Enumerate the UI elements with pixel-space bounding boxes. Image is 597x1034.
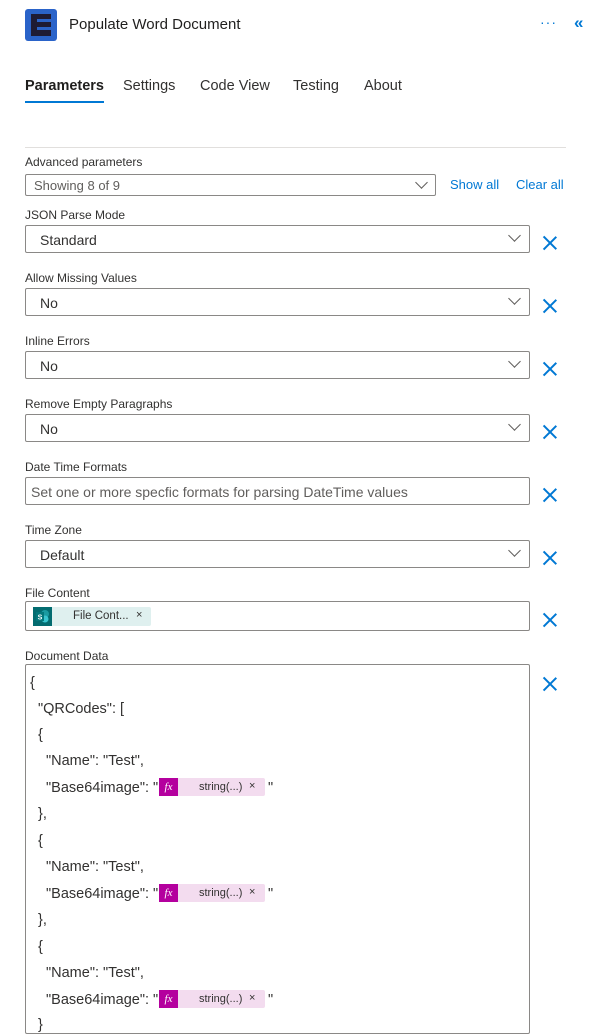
remove-empty-paragraphs-label: Remove Empty Paragraphs (25, 397, 173, 411)
action-title: Populate Word Document (69, 16, 241, 33)
inline-errors-dropdown[interactable]: No (25, 351, 530, 379)
time-zone-label: Time Zone (25, 523, 82, 537)
json-parse-mode-value: Standard (40, 232, 97, 248)
close-icon[interactable]: × (249, 992, 255, 1004)
json-parse-mode-label: JSON Parse Mode (25, 208, 126, 222)
advanced-parameters-value: Showing 8 of 9 (34, 178, 121, 193)
remove-allow-missing-values-icon[interactable] (542, 298, 558, 314)
code-line: { (38, 833, 43, 849)
show-all-link[interactable]: Show all (450, 177, 499, 192)
time-zone-dropdown[interactable]: Default (25, 540, 530, 568)
function-token[interactable]: fx string(...) × (159, 990, 265, 1008)
remove-document-data-icon[interactable] (542, 676, 558, 692)
more-options-icon[interactable]: ··· (540, 14, 557, 30)
date-time-formats-label: Date Time Formats (25, 460, 128, 474)
code-line: "Base64image": " (46, 780, 159, 796)
inline-errors-value: No (40, 358, 58, 374)
function-token-label: string(...) (199, 993, 243, 1005)
function-icon: fx (159, 778, 178, 796)
file-content-label: File Content (25, 586, 90, 600)
tab-parameters[interactable]: Parameters (25, 78, 104, 103)
code-line: { (38, 727, 43, 743)
function-token[interactable]: fx string(...) × (159, 778, 265, 796)
file-content-token-label: File Cont... (73, 610, 129, 622)
collapse-panel-icon[interactable]: « (574, 13, 583, 33)
date-time-formats-input[interactable]: Set one or more specfic formats for pars… (25, 477, 530, 505)
code-line: { (30, 675, 35, 691)
chevron-down-icon (508, 292, 521, 305)
chevron-down-icon (508, 355, 521, 368)
function-token[interactable]: fx string(...) × (159, 884, 265, 902)
time-zone-value: Default (40, 547, 85, 563)
code-line: "Base64image": " (46, 886, 159, 902)
function-icon: fx (159, 884, 178, 902)
advanced-parameters-label: Advanced parameters (25, 155, 143, 169)
code-line: "Base64image": " (46, 992, 159, 1008)
json-parse-mode-dropdown[interactable]: Standard (25, 225, 530, 253)
document-data-label: Document Data (25, 649, 109, 663)
remove-inline-errors-icon[interactable] (542, 361, 558, 377)
remove-json-parse-mode-icon[interactable] (542, 235, 558, 251)
inline-errors-label: Inline Errors (25, 334, 90, 348)
code-line: " (268, 886, 274, 902)
document-data-editor[interactable]: { "QRCodes": [ { "Name": "Test", "Base64… (25, 664, 530, 1034)
code-line: "Name": "Test", (46, 965, 144, 981)
chevron-down-icon (508, 544, 521, 557)
file-content-token[interactable]: S File Cont... × (33, 607, 151, 626)
code-line: "QRCodes": [ (38, 701, 125, 717)
file-content-input[interactable]: S File Cont... × (25, 601, 530, 631)
header: Populate Word Document ··· « (0, 0, 597, 50)
app-logo-icon (25, 9, 57, 41)
allow-missing-values-label: Allow Missing Values (25, 271, 137, 285)
remove-empty-paragraphs-value: No (40, 421, 58, 437)
tab-settings[interactable]: Settings (123, 78, 175, 94)
allow-missing-values-dropdown[interactable]: No (25, 288, 530, 316)
close-icon[interactable]: × (249, 780, 255, 792)
remove-time-zone-icon[interactable] (542, 550, 558, 566)
allow-missing-values-value: No (40, 295, 58, 311)
code-line: } (38, 1017, 43, 1033)
code-line: { (38, 939, 43, 955)
section-divider (25, 147, 566, 148)
function-token-label: string(...) (199, 887, 243, 899)
remove-empty-paragraphs-dropdown[interactable]: No (25, 414, 530, 442)
code-line: " (268, 992, 274, 1008)
tab-about[interactable]: About (364, 78, 402, 94)
remove-remove-empty-paragraphs-icon[interactable] (542, 424, 558, 440)
sharepoint-icon: S (33, 607, 52, 626)
advanced-parameters-dropdown[interactable]: Showing 8 of 9 (25, 174, 436, 196)
code-line: }, (38, 912, 47, 928)
function-token-label: string(...) (199, 781, 243, 793)
code-line: }, (38, 806, 47, 822)
clear-all-link[interactable]: Clear all (516, 177, 564, 192)
close-icon[interactable]: × (249, 886, 255, 898)
tab-testing[interactable]: Testing (293, 78, 339, 94)
chevron-down-icon (508, 229, 521, 242)
function-icon: fx (159, 990, 178, 1008)
tab-code-view[interactable]: Code View (200, 78, 270, 94)
code-line: "Name": "Test", (46, 753, 144, 769)
code-line: " (268, 780, 274, 796)
date-time-formats-placeholder: Set one or more specfic formats for pars… (31, 484, 408, 500)
close-icon[interactable]: × (136, 609, 142, 621)
chevron-down-icon (508, 418, 521, 431)
chevron-down-icon (415, 176, 428, 189)
svg-text:S: S (38, 615, 43, 622)
code-line: "Name": "Test", (46, 859, 144, 875)
remove-file-content-icon[interactable] (542, 612, 558, 628)
remove-date-time-formats-icon[interactable] (542, 487, 558, 503)
